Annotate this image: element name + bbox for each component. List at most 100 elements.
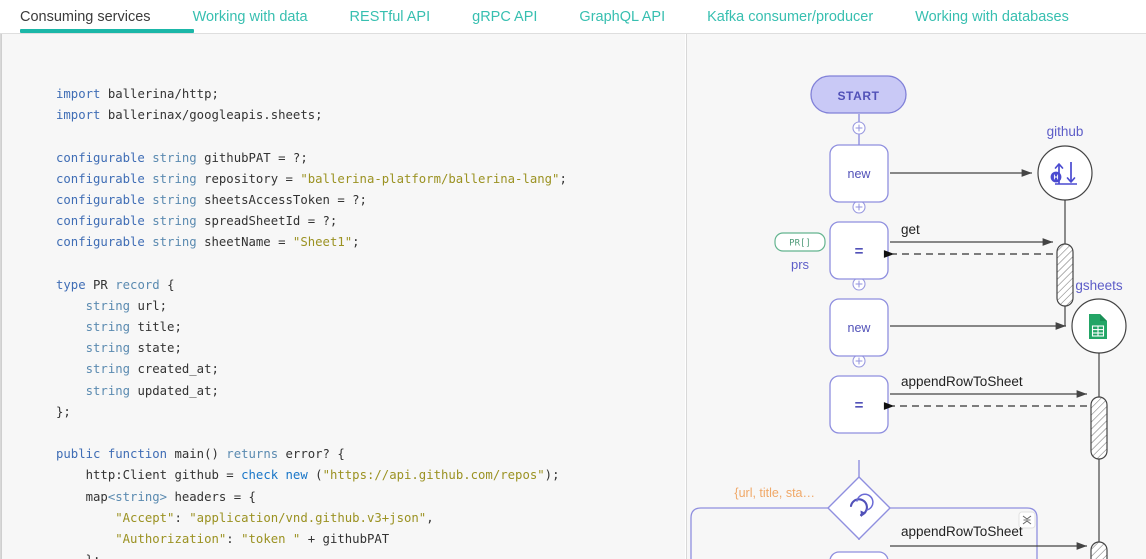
code-token: returns — [226, 447, 286, 462]
node-assign-prs-label: = — [855, 243, 864, 260]
code-token: string — [152, 192, 205, 207]
code-line: }; — [56, 402, 685, 423]
code-token: string — [152, 171, 205, 186]
endpoint-github[interactable]: github — [1037, 124, 1093, 326]
code-token: check — [241, 468, 286, 483]
node-assign-append-loop[interactable]: = — [829, 551, 889, 559]
code-line: import ballerina/http; — [56, 84, 685, 105]
node-assign-append-label: = — [855, 397, 864, 414]
code-token: "ballerina-platform/ballerina-lang" — [300, 171, 560, 186]
code-token: ballerinax/googleapis.sheets; — [107, 108, 323, 123]
code-line: "Accept": "application/vnd.github.v3+jso… — [56, 508, 685, 529]
code-token: ; — [559, 171, 567, 186]
code-token: string — [56, 320, 138, 335]
code-token: github = — [174, 468, 242, 483]
start-node-label: START — [837, 89, 879, 103]
code-token: ballerina/http; — [107, 87, 219, 101]
add-node-button — [852, 200, 866, 214]
add-node-button — [852, 121, 866, 135]
tab-restful-api[interactable]: RESTful API — [350, 1, 431, 34]
interaction-append-2-label: appendRowToSheet — [901, 524, 1023, 539]
code-token: , — [426, 510, 434, 525]
interaction-append-2: appendRowToSheet — [890, 524, 1087, 550]
code-line: configurable string repository = "baller… — [56, 169, 685, 190]
code-line: string state; — [56, 338, 685, 359]
node-new-github-label: new — [848, 167, 872, 181]
endpoint-gsheets[interactable]: gsheets — [1071, 278, 1127, 559]
code-token: <string> — [107, 489, 168, 504]
code-token: type — [56, 277, 94, 292]
code-token: string — [56, 341, 138, 356]
code-line: configurable string sheetsAccessToken = … — [56, 190, 685, 211]
code-token: spreadSheetId = ?; — [204, 214, 338, 229]
code-token: configurable — [56, 235, 153, 250]
code-line: configurable string spreadSheetId = ?; — [56, 211, 685, 232]
code-line: configurable string githubPAT = ?; — [56, 148, 685, 169]
code-token: error? { — [285, 447, 345, 462]
interaction-get: get — [883, 222, 1053, 258]
code-gutter-rule — [1, 34, 2, 559]
active-tab-underline — [20, 29, 194, 33]
code-token: "https://api.github.com/repos" — [322, 468, 545, 483]
start-node[interactable]: START — [810, 75, 907, 114]
code-line: map<string> headers = { — [56, 487, 685, 508]
code-line: string url; — [56, 296, 685, 317]
code-token: ( — [315, 468, 323, 483]
code-line: public function main() returns error? { — [56, 444, 685, 465]
variable-name-label: prs — [791, 257, 810, 272]
code-editor-content[interactable]: import ballerina/http; import ballerinax/… — [56, 84, 685, 559]
code-token: : — [174, 510, 190, 525]
add-node-button — [852, 277, 866, 291]
code-token: ; — [352, 235, 360, 250]
node-new-github[interactable]: new — [829, 144, 889, 203]
code-token: configurable — [56, 150, 153, 165]
tab-graphql-api[interactable]: GraphQL API — [579, 1, 665, 34]
code-line: import ballerinax/googleapis.sheets; — [56, 105, 685, 126]
variable-badge-prs[interactable]: PR[] prs — [774, 232, 826, 272]
interaction-append-1-label: appendRowToSheet — [901, 374, 1023, 389]
code-token: string — [152, 150, 205, 165]
code-token: { — [167, 277, 175, 292]
code-token: http:Client — [56, 468, 175, 483]
endpoint-github-label: github — [1047, 124, 1084, 139]
tab-kafka-consumer-producer[interactable]: Kafka consumer/producer — [707, 1, 873, 34]
code-token: import — [56, 87, 108, 101]
code-token: string — [56, 298, 138, 313]
code-line: "Authorization": "token " + githubPAT — [56, 529, 685, 550]
code-line: }; — [56, 550, 685, 559]
gsheets-activation-bar-2 — [1090, 541, 1108, 559]
code-token: : — [226, 531, 242, 546]
code-token: import — [56, 108, 108, 123]
code-token: record — [115, 277, 168, 292]
code-token: url; — [137, 298, 168, 313]
tab-working-with-data[interactable]: Working with data — [193, 1, 308, 34]
node-new-gsheets-label: new — [848, 321, 872, 335]
code-token: string — [56, 362, 138, 377]
diagram-canvas[interactable]: START new = PR[] prs new = {url, title, … — [687, 34, 1146, 559]
code-token: + githubPAT — [300, 531, 390, 546]
node-assign-prs[interactable]: = — [829, 221, 889, 280]
code-line: type PR record { — [56, 275, 685, 296]
foreach-iterator-label: {url, title, sta… — [734, 486, 815, 500]
code-panel[interactable]: import ballerina/http; import ballerinax/… — [0, 34, 685, 559]
code-token: repository = — [204, 171, 301, 186]
code-line: string updated_at; — [56, 381, 685, 402]
node-new-gsheets[interactable]: new — [829, 298, 889, 357]
code-token: PR — [93, 277, 116, 292]
node-assign-append[interactable]: = — [829, 375, 889, 434]
code-line: string title; — [56, 317, 685, 338]
tab-working-with-databases[interactable]: Working with databases — [915, 1, 1069, 34]
code-token: string — [152, 214, 205, 229]
code-token: githubPAT = ?; — [204, 150, 308, 165]
add-node-button — [852, 354, 866, 368]
sequence-diagram-panel[interactable]: START new = PR[] prs new = {url, title, … — [686, 34, 1146, 559]
code-token: string — [152, 235, 205, 250]
code-line: string created_at; — [56, 359, 685, 380]
code-line: http:Client github = check new ("https:/… — [56, 465, 685, 486]
tab-grpc-api[interactable]: gRPC API — [472, 1, 537, 34]
